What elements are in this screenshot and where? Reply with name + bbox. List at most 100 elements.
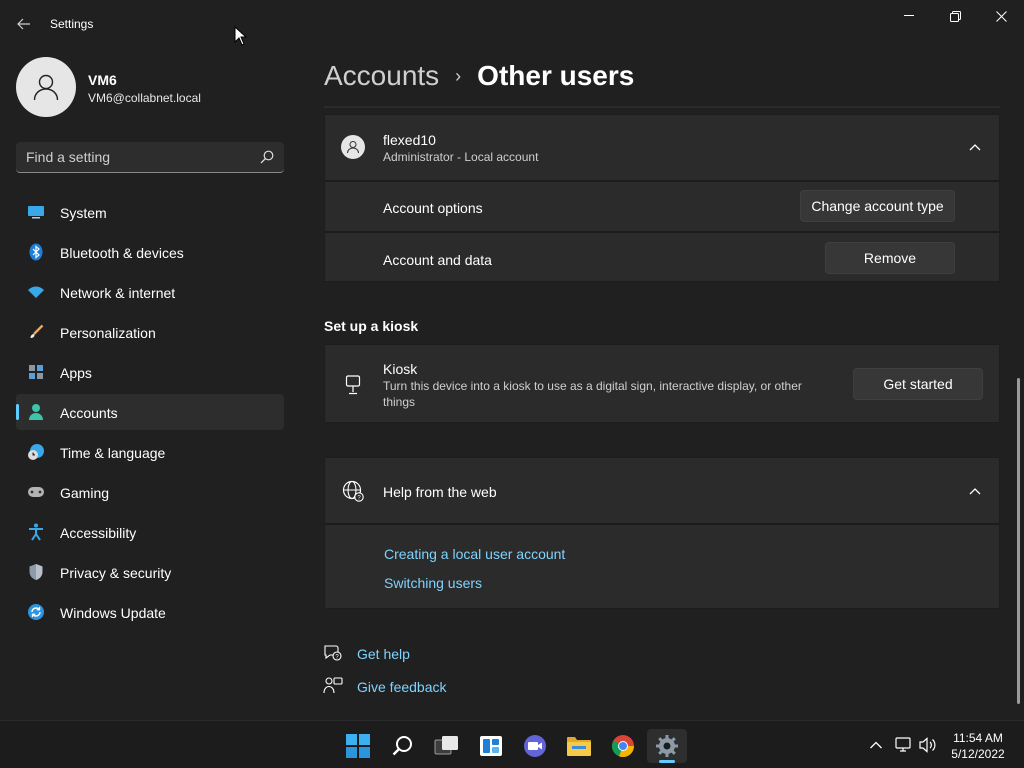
sidebar-item-network[interactable]: Network & internet bbox=[16, 274, 284, 310]
breadcrumb-separator-icon: › bbox=[455, 65, 462, 86]
scrollbar-thumb[interactable] bbox=[1017, 378, 1020, 704]
minimize-icon bbox=[904, 15, 914, 16]
sidebar-item-label: Apps bbox=[60, 365, 92, 381]
accessibility-icon bbox=[27, 523, 45, 541]
sidebar-item-accounts[interactable]: Accounts bbox=[16, 394, 284, 430]
widgets-button[interactable] bbox=[471, 729, 511, 763]
kiosk-icon bbox=[345, 375, 361, 395]
kiosk-section-title: Set up a kiosk bbox=[324, 318, 419, 334]
change-account-type-button[interactable]: Change account type bbox=[800, 190, 955, 222]
sidebar-item-label: Privacy & security bbox=[60, 565, 172, 581]
user-subtitle: Administrator - Local account bbox=[383, 150, 539, 164]
shield-icon bbox=[27, 563, 45, 581]
close-icon bbox=[995, 10, 1007, 22]
chrome-icon bbox=[611, 735, 635, 758]
sidebar-item-accessibility[interactable]: Accessibility bbox=[16, 514, 284, 550]
page-title: Other users bbox=[477, 60, 635, 91]
wifi-icon bbox=[27, 283, 45, 301]
kiosk-description: Turn this device into a kiosk to use as … bbox=[383, 379, 802, 393]
breadcrumb: Accounts › Other users bbox=[324, 58, 634, 94]
feedback-icon bbox=[323, 677, 343, 694]
apps-icon bbox=[27, 363, 45, 381]
taskbar-search-button[interactable] bbox=[383, 729, 423, 763]
sidebar-item-label: Gaming bbox=[60, 485, 110, 501]
back-arrow-icon bbox=[17, 18, 30, 30]
show-hidden-icons-button[interactable] bbox=[866, 735, 886, 755]
sidebar-item-privacy[interactable]: Privacy & security bbox=[16, 554, 284, 590]
search-box[interactable] bbox=[16, 142, 284, 173]
search-icon bbox=[260, 150, 274, 164]
task-view-button[interactable] bbox=[427, 729, 467, 763]
sidebar-item-system[interactable]: System bbox=[16, 194, 284, 230]
bluetooth-icon bbox=[27, 243, 45, 261]
volume-tray-button[interactable] bbox=[918, 735, 938, 755]
profile-email: VM6@collabnet.local bbox=[88, 91, 201, 105]
chevron-up-icon[interactable] bbox=[968, 486, 982, 496]
sidebar-item-label: Bluetooth & devices bbox=[60, 245, 184, 261]
start-button[interactable] bbox=[338, 729, 378, 763]
sidebar-item-label: Time & language bbox=[60, 445, 166, 461]
chevron-up-icon bbox=[870, 741, 882, 749]
active-indicator bbox=[16, 404, 19, 420]
teams-chat-icon bbox=[524, 735, 546, 757]
back-button[interactable] bbox=[12, 12, 36, 36]
person-icon bbox=[33, 74, 59, 101]
profile-name: VM6 bbox=[88, 72, 117, 88]
kiosk-description-cont: things bbox=[383, 395, 416, 409]
clock-date[interactable]: 5/12/2022 bbox=[950, 747, 1006, 761]
get-started-button[interactable]: Get started bbox=[853, 368, 983, 400]
user-avatar bbox=[341, 135, 365, 159]
network-icon bbox=[895, 737, 911, 752]
chrome-button[interactable] bbox=[603, 729, 643, 763]
folder-icon bbox=[567, 737, 591, 756]
link-creating-local-account[interactable]: Creating a local user account bbox=[384, 546, 565, 562]
sidebar-item-gaming[interactable]: Gaming bbox=[16, 474, 284, 510]
sidebar-item-personalization[interactable]: Personalization bbox=[16, 314, 284, 350]
update-icon bbox=[27, 603, 45, 621]
search-input[interactable] bbox=[26, 148, 246, 166]
restore-button[interactable] bbox=[932, 4, 978, 28]
clock-globe-icon bbox=[27, 443, 45, 461]
person-icon bbox=[27, 403, 45, 421]
settings-taskbar-button[interactable] bbox=[647, 729, 687, 763]
sidebar-item-windows-update[interactable]: Windows Update bbox=[16, 594, 284, 630]
sidebar-item-apps[interactable]: Apps bbox=[16, 354, 284, 390]
sidebar-item-label: Network & internet bbox=[60, 285, 176, 301]
clock-time[interactable]: 11:54 AM bbox=[950, 731, 1006, 745]
gear-icon bbox=[656, 735, 678, 757]
chat-button[interactable] bbox=[515, 729, 555, 763]
profile-avatar[interactable] bbox=[16, 57, 76, 117]
sidebar-item-label: Personalization bbox=[60, 325, 156, 341]
minimize-button[interactable] bbox=[886, 4, 932, 28]
link-switching-users[interactable]: Switching users bbox=[384, 575, 482, 591]
get-help-icon: ? bbox=[324, 645, 342, 661]
globe-help-icon: ? bbox=[342, 480, 364, 502]
sidebar-item-bluetooth[interactable]: Bluetooth & devices bbox=[16, 234, 284, 270]
row-divider bbox=[324, 231, 1000, 233]
close-button[interactable] bbox=[978, 4, 1024, 28]
get-help-link[interactable]: Get help bbox=[357, 646, 410, 662]
sidebar-item-time-language[interactable]: Time & language bbox=[16, 434, 284, 470]
mouse-cursor-icon bbox=[234, 26, 248, 46]
gamepad-icon bbox=[27, 483, 45, 501]
scrolled-card-edge bbox=[324, 106, 1000, 108]
title-bar: Settings bbox=[0, 0, 1024, 48]
search-icon bbox=[392, 736, 412, 756]
windows-logo-icon bbox=[346, 734, 370, 758]
restore-icon bbox=[949, 10, 961, 22]
widgets-icon bbox=[480, 736, 502, 756]
chevron-up-icon[interactable] bbox=[968, 142, 982, 152]
file-explorer-button[interactable] bbox=[559, 729, 599, 763]
help-title: Help from the web bbox=[383, 484, 497, 500]
network-tray-button[interactable] bbox=[893, 735, 913, 755]
system-icon bbox=[27, 203, 45, 221]
sidebar-item-label: Windows Update bbox=[60, 605, 166, 621]
give-feedback-link[interactable]: Give feedback bbox=[357, 679, 447, 695]
remove-button[interactable]: Remove bbox=[825, 242, 955, 274]
breadcrumb-parent[interactable]: Accounts bbox=[324, 60, 439, 92]
person-icon bbox=[347, 141, 359, 154]
account-data-label: Account and data bbox=[383, 252, 492, 268]
app-title: Settings bbox=[50, 17, 94, 31]
taskbar: 11:54 AM 5/12/2022 bbox=[0, 720, 1024, 768]
sidebar-item-label: Accounts bbox=[60, 405, 118, 421]
